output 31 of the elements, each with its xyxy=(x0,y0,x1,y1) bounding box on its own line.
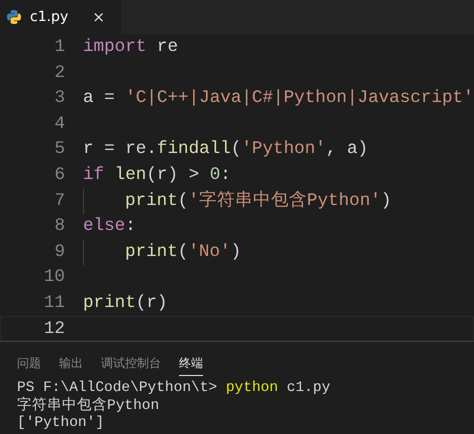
code-line: r = re.findall('Python', a) xyxy=(83,138,368,161)
terminal-line: PS F:\AllCode\Python\t> python c1.py xyxy=(17,380,332,396)
panel-tab[interactable]: 终端 xyxy=(179,348,203,376)
terminal-line: ['Python'] xyxy=(17,415,106,432)
line-number: 4 xyxy=(53,112,65,136)
code-line: print('字符串中包含Python') xyxy=(83,188,392,212)
line-number: 8 xyxy=(53,215,65,238)
tab-label: c1.py xyxy=(30,8,68,26)
panel-tab[interactable]: 调试控制台 xyxy=(101,348,161,376)
code-line: print('No') xyxy=(83,240,242,264)
line-number: 5 xyxy=(53,138,65,161)
code-line: else: xyxy=(83,215,136,238)
code-line: import re xyxy=(83,36,178,59)
python-icon xyxy=(6,9,22,25)
editor-tab[interactable]: c1.py × xyxy=(0,0,121,34)
line-number: 7 xyxy=(53,190,65,212)
line-number: 10 xyxy=(42,266,65,289)
code-line: print(r) xyxy=(83,292,168,315)
line-number: 6 xyxy=(53,164,65,187)
close-icon[interactable]: × xyxy=(92,6,111,28)
line-number: 9 xyxy=(53,240,65,264)
line-number: 1 xyxy=(53,36,65,59)
line-number: 3 xyxy=(53,87,65,110)
panel-tab[interactable]: 输出 xyxy=(59,348,83,376)
line-number: 12 xyxy=(42,318,65,340)
line-number: 2 xyxy=(53,62,65,84)
line-number: 11 xyxy=(42,292,65,315)
code-line: a = 'C|C++|Java|C#|Python|Javascript' xyxy=(83,87,474,110)
panel-tab[interactable]: 问题 xyxy=(17,348,41,376)
terminal-line: 字符串中包含Python xyxy=(17,398,160,415)
code-line: if len(r) > 0: xyxy=(83,164,231,187)
